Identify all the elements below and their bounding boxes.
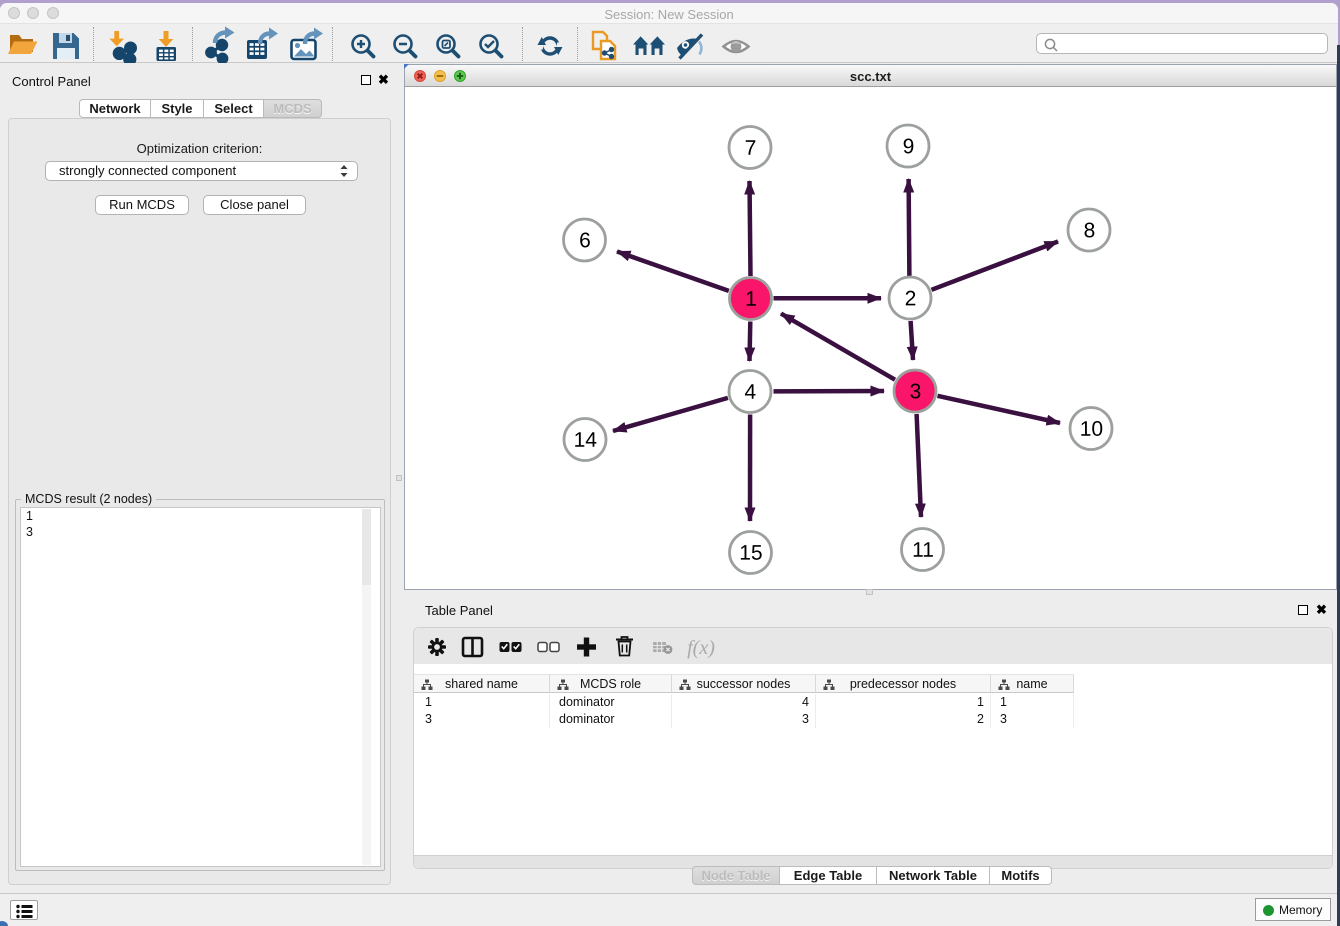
svg-text:f(x): f(x) xyxy=(687,637,715,659)
